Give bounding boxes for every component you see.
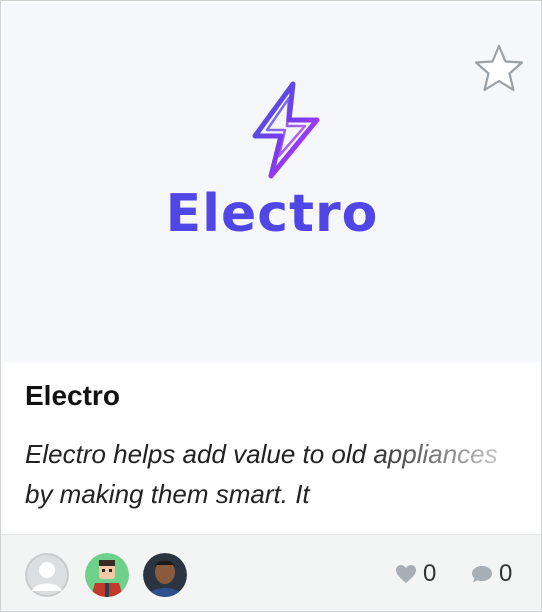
project-title[interactable]: Electro [25,380,120,412]
comment-bubble-icon [472,566,492,583]
electro-logo: Electro [4,80,540,260]
project-card[interactable]: Electro Electro Electro helps add value … [0,0,542,612]
project-cover-image[interactable]: Electro [4,4,540,362]
card-footer: 0 0 [1,534,541,611]
person-photo-icon [143,553,187,597]
avatar-default[interactable] [25,553,69,597]
project-description: Electro helps add value to old appliance… [25,439,498,509]
lightning-bolt-icon [252,81,320,179]
avatar-photo[interactable] [143,553,187,597]
user-silhouette-icon [25,553,69,597]
like-count: 0 [423,560,437,587]
card-body: Electro Electro helps add value to old a… [1,362,541,534]
heart-icon [396,565,416,583]
avatar-cartoon[interactable] [85,553,129,597]
like-counter[interactable]: 0 [395,559,436,589]
comment-count: 0 [499,560,513,587]
cartoon-person-icon [85,553,129,597]
logo-wordmark: Electro [165,184,379,244]
comment-counter[interactable]: 0 [471,559,512,589]
